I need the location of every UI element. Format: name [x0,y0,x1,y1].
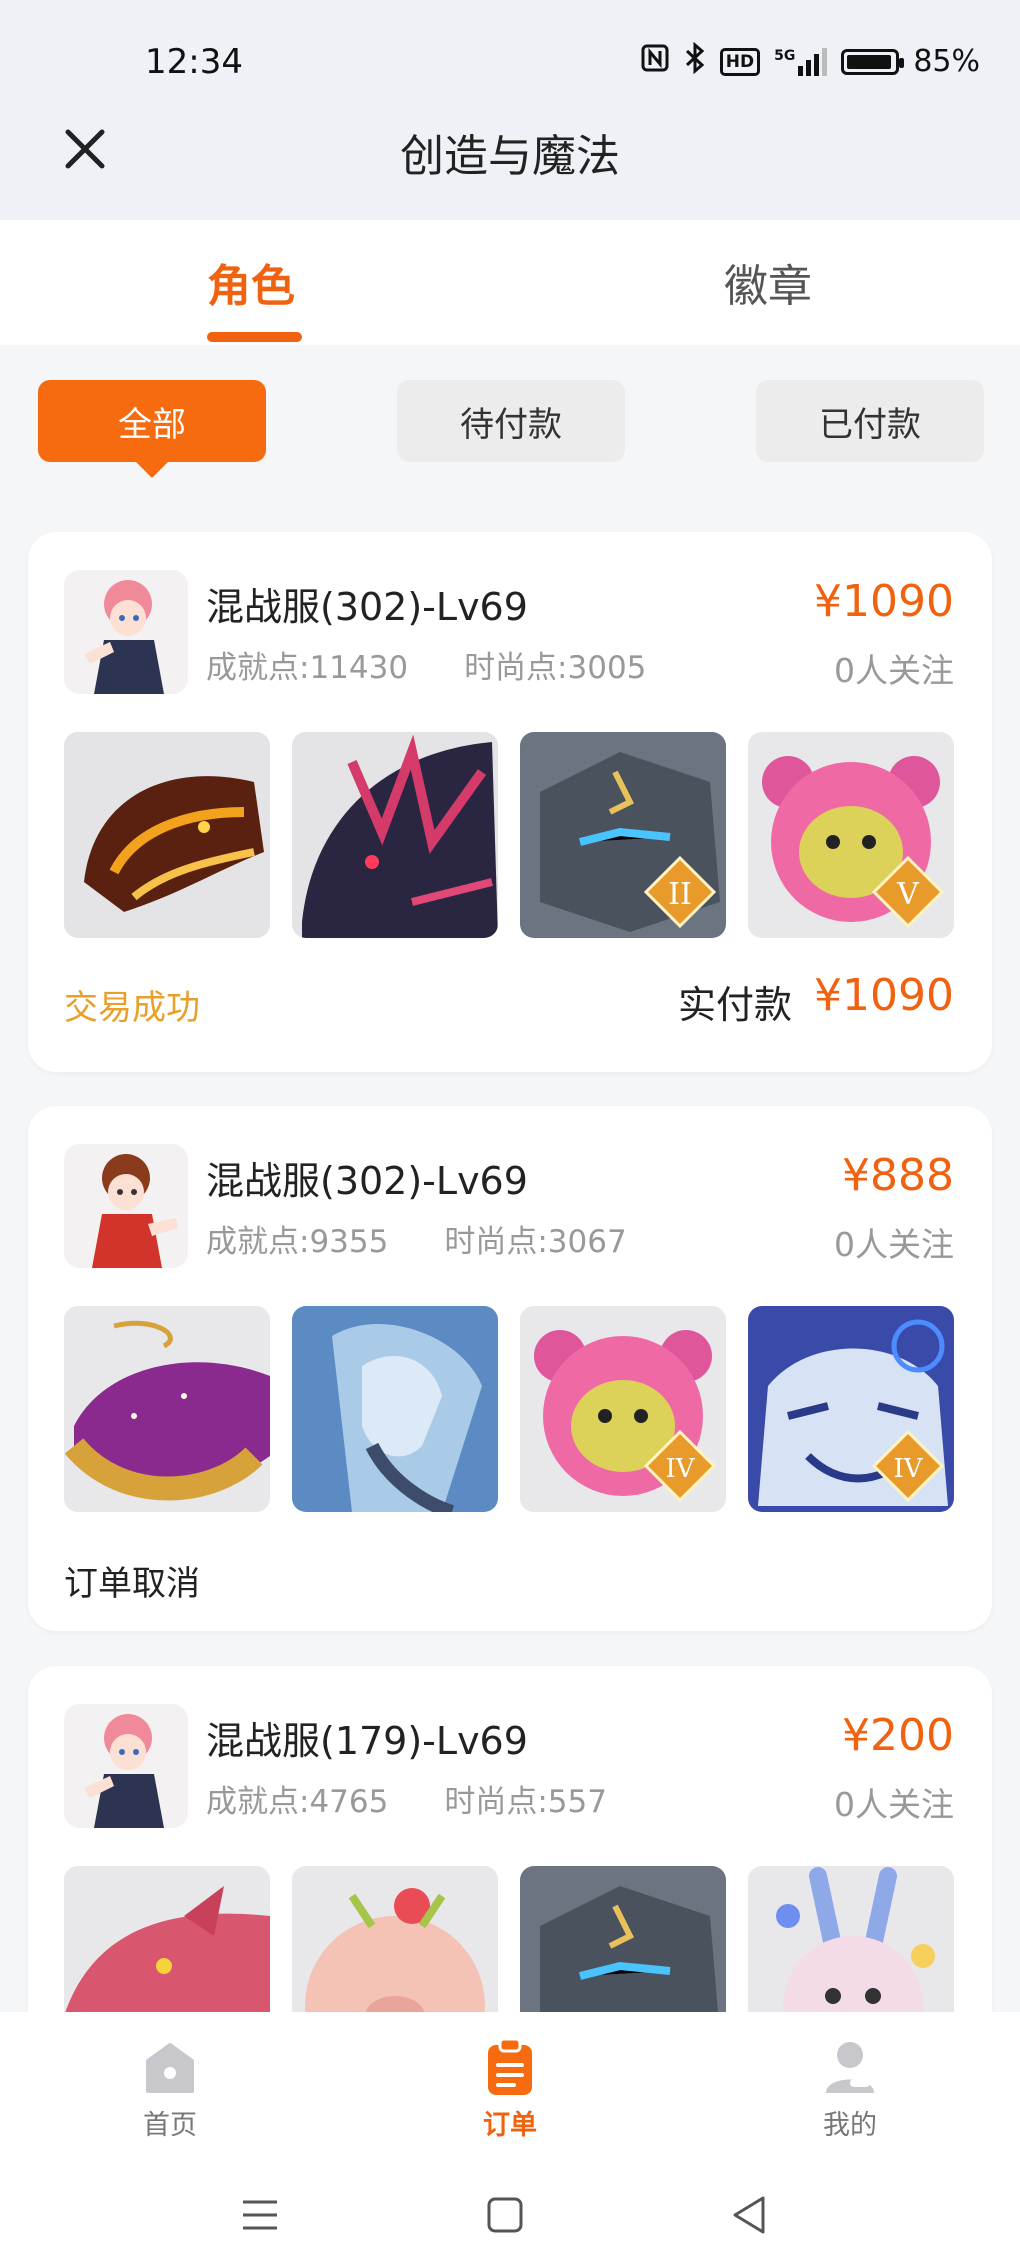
system-nav-bar [0,2160,1020,2267]
dark-dragon-mount-thumbnail[interactable] [292,732,498,938]
character-avatar [64,570,188,694]
order-status: 订单取消 [64,1564,200,1604]
home-icon [140,2037,200,2097]
character-avatar [64,1704,188,1828]
rank-badge: II [644,856,716,928]
character-stats: 成就点:11430 时尚点:3005 [206,642,646,687]
achievement-points: 成就点:9355 [206,1224,389,1260]
fashion-points: 时尚点:3067 [444,1224,627,1260]
fire-dragon-mount-thumbnail[interactable] [64,732,270,938]
tab-bar: 角色 徽章 [0,220,1020,345]
paid-label: 实付款 [677,983,792,1027]
battery-icon [841,48,905,75]
server-level: 混战服(302)-Lv69 [206,585,528,629]
bluetooth-icon [684,41,706,81]
5g-signal-icon: 5G [774,47,828,76]
rank-badge: V [872,856,944,928]
header: 创造与魔法 [0,90,1020,220]
server-level: 混战服(302)-Lv69 [206,1159,528,1203]
golden-whale-mount-thumbnail[interactable] [64,1306,270,1512]
nav-orders-label: 订单 [483,2110,537,2141]
svg-text:IV: IV [893,1454,923,1484]
svg-text:II: II [668,877,692,912]
order-card[interactable]: 混战服(302)-Lv69 成就点:9355 时尚点:3067 ¥888 0人关… [28,1106,992,1631]
filter-all[interactable]: 全部 [38,380,266,478]
filter-bar: 全部 待付款 已付款 [0,380,1020,480]
page-title: 创造与魔法 [400,131,620,182]
server-level: 混战服(179)-Lv69 [206,1719,528,1763]
nfc-icon [640,43,670,80]
price: ¥888 [842,1150,954,1201]
nav-profile-label: 我的 [823,2110,877,2141]
character-stats: 成就点:4765 时尚点:557 [206,1776,607,1821]
nav-home-label: 首页 [143,2110,197,2141]
tab-roles[interactable]: 角色 [207,250,295,314]
followers-count: 0人关注 [834,651,954,690]
filter-pending-payment[interactable]: 待付款 [397,380,625,462]
tab-badges[interactable]: 徽章 [724,250,812,314]
pink-bear-mount-thumbnail[interactable]: IV [520,1306,726,1512]
rank-badge: IV [872,1430,944,1502]
achievement-points: 成就点:4765 [206,1784,389,1820]
ice-phoenix-mount-thumbnail[interactable] [292,1306,498,1512]
back-icon[interactable] [725,2190,775,2240]
order-card[interactable]: 混战服(179)-Lv69 成就点:4765 时尚点:557 ¥200 0人关注 [28,1666,992,2072]
price: ¥1090 [814,576,954,627]
pink-bear-mount-thumbnail[interactable]: V [748,732,954,938]
battery-percent: 85% [913,44,980,79]
status-time: 12:34 [145,42,243,82]
followers-count: 0人关注 [834,1225,954,1264]
tab-indicator [207,332,302,342]
nav-profile[interactable]: 我的 [770,2037,930,2142]
item-thumbnails: II V [64,732,954,938]
character-stats: 成就点:9355 时尚点:3067 [206,1216,627,1261]
nav-orders[interactable]: 订单 [430,2037,590,2142]
rank-badge: IV [644,1430,716,1502]
ice-tiger-mount-thumbnail[interactable]: IV [748,1306,954,1512]
home-square-icon[interactable] [480,2190,530,2240]
order-card[interactable]: 混战服(302)-Lv69 成就点:11430 时尚点:3005 ¥1090 0… [28,532,992,1072]
svg-text:V: V [896,877,920,912]
fashion-points: 时尚点:557 [444,1784,607,1820]
profile-icon [820,2037,880,2097]
achievement-points: 成就点:11430 [206,650,409,686]
stone-golem-mount-thumbnail[interactable]: II [520,732,726,938]
status-icons: HD 5G 85% [640,41,980,81]
hd-icon: HD [719,47,761,76]
order-status: 交易成功 [64,988,200,1028]
menu-icon[interactable] [235,2190,285,2240]
nav-home[interactable]: 首页 [90,2037,250,2142]
filter-paid[interactable]: 已付款 [756,380,984,462]
svg-text:IV: IV [665,1454,695,1484]
followers-count: 0人关注 [834,1785,954,1824]
orders-icon [480,2037,540,2097]
fashion-points: 时尚点:3005 [464,650,647,686]
price: ¥200 [842,1710,954,1761]
paid-amount: ¥1090 [814,970,954,1021]
item-thumbnails: IV IV [64,1306,954,1512]
character-avatar [64,1144,188,1268]
